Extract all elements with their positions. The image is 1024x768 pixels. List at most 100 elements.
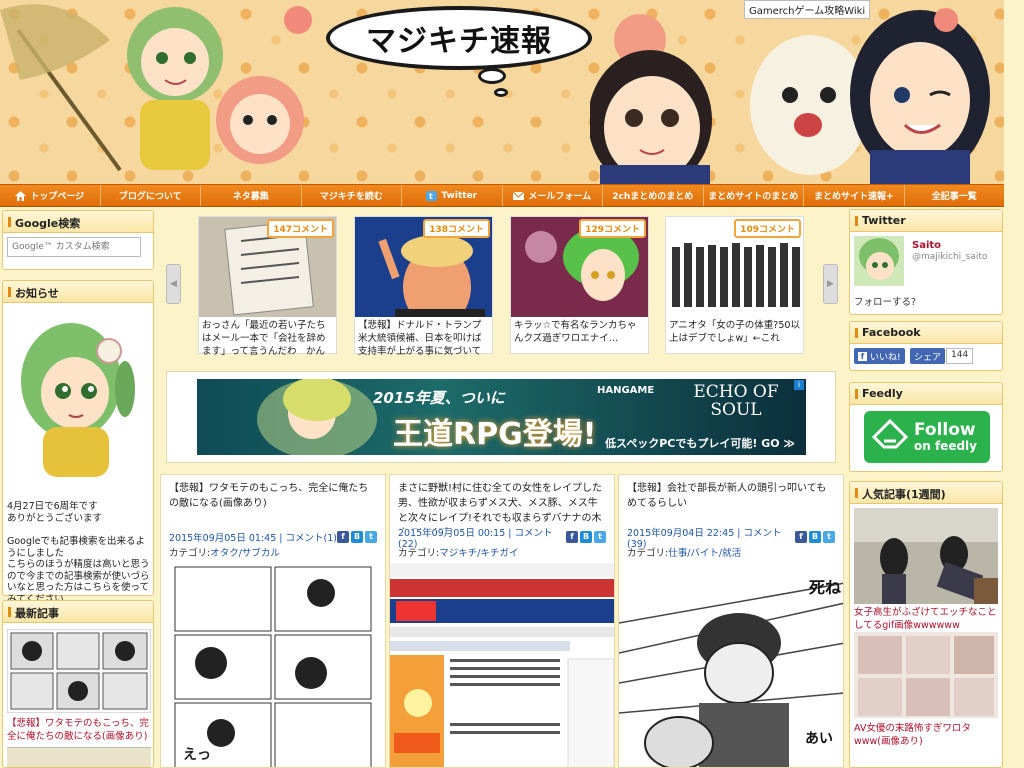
nav-item-matome-sokuho[interactable]: まとめサイト速報+ <box>804 185 905 206</box>
nav-item-mail[interactable]: メールフォーム <box>503 185 603 206</box>
hatena-bookmark-icon[interactable]: B <box>351 531 363 543</box>
recent-article-thumb[interactable] <box>7 629 151 713</box>
feedly-title: Feedly <box>850 383 1002 405</box>
post-card[interactable]: 【悲報】会社で部長が新人の頭引っ叩いてもめてるらしい 2015年09月04日 2… <box>618 474 844 768</box>
header-character-art-right <box>590 8 990 184</box>
recent-article-link[interactable]: 【悲報】ワタモテのもこっち、完全に俺たちの敵になる(画像あり) <box>7 717 151 743</box>
nav-item-top[interactable]: トップページ <box>0 185 101 206</box>
popular-link-2[interactable]: AV女優の末路怖すぎワロタwww(画像あり) <box>854 722 998 748</box>
slider-item[interactable]: 138コメント 【悲報】ドナルド・トランプ米大統領候補、日本を叩けば支持率が上が… <box>354 216 493 355</box>
twitter-share-icon[interactable]: t <box>594 531 606 543</box>
post-date: 2015年09月05日 00:15 <box>398 527 506 539</box>
ad-info-icon[interactable]: i <box>794 380 804 390</box>
post-card[interactable]: 【悲報】ワタモテのもこっち、完全に俺たちの敵になる(画像あり) 2015年09月… <box>160 474 386 768</box>
slider-caption: 【悲報】ドナルド・トランプ米大統領候補、日本を叩けば支持率が上がる事に気づいてし… <box>358 320 482 355</box>
recent-articles-title: 最新記事 <box>3 601 153 623</box>
feedly-on-label: on feedly <box>914 439 977 453</box>
nav-item-label: 全記事一覧 <box>931 192 977 202</box>
category-label: カテゴリ: <box>398 548 440 559</box>
site-header[interactable]: Gamerchゲーム攻略Wiki マジキチ速報 <box>0 0 1004 184</box>
notice-line: Googleでも記事検索を出来るようにしました <box>7 536 146 559</box>
facebook-share-icon[interactable]: f <box>795 531 807 543</box>
popular-link-1[interactable]: 女子高生がふざけてエッチなことしてるgif画像wwwwww <box>854 606 998 632</box>
facebook-box: Facebook f いいね! シェア 144 <box>849 321 1003 371</box>
category-link[interactable]: オタク/サブカル <box>210 548 280 559</box>
facebook-title: Facebook <box>850 322 1002 344</box>
main-nav: トップページ ブログについて ネタ募集 マジキチを読む t Twitter メール… <box>0 184 1004 207</box>
twitter-name[interactable]: Saito <box>912 240 941 251</box>
nav-item-submit[interactable]: ネタ募集 <box>201 185 302 206</box>
feedly-icon <box>871 418 909 449</box>
notice-line: ありがとうございます <box>7 512 103 524</box>
notice-text: 4月27日で6周年です ありがとうございます Googleでも記事検索を出来るよ… <box>7 501 151 605</box>
ad-banner[interactable]: 2015年夏、ついに 王道RPG登場! HANGAME ECHO OF SOUL… <box>197 379 806 455</box>
nav-item-label: ブログについて <box>118 192 182 202</box>
svg-text:死ね: 死ね <box>809 578 841 597</box>
facebook-like-button[interactable]: f いいね! <box>854 348 905 364</box>
mail-icon <box>513 191 525 200</box>
slider-caption: アニオタ「女の子の体重?50以上はデブでしょw」←これ <box>669 320 800 344</box>
slider-item[interactable]: 129コメント キラッ☆で有名なランカちゃんクズ過ぎワロエナイ… <box>510 216 649 354</box>
facebook-share-button[interactable]: シェア <box>910 348 946 364</box>
nav-item-matome-sites[interactable]: まとめサイトのまとめ <box>704 185 804 206</box>
hatena-bookmark-icon[interactable]: B <box>809 531 821 543</box>
facebook-icon: f <box>858 351 867 361</box>
comment-count-badge: 147コメント <box>267 219 334 238</box>
twitter-icon: t <box>426 190 438 201</box>
share-buttons: fBt <box>566 531 606 543</box>
feedly-follow-button[interactable]: Follow on feedly <box>864 411 990 463</box>
svg-text:あい: あい <box>805 731 833 747</box>
nav-item-twitter[interactable]: t Twitter <box>402 185 503 206</box>
site-logo-text: マジキチ速報 <box>366 24 552 59</box>
nav-item-about[interactable]: ブログについて <box>101 185 201 206</box>
category-link[interactable]: マジキチ/キチガイ <box>439 548 518 559</box>
post-comments-link[interactable]: コメント(1) <box>286 533 337 544</box>
post-title[interactable]: 【悲報】会社で部長が新人の頭引っ叩いてもめてるらしい <box>619 475 843 529</box>
slider-thumb: 109コメント <box>666 217 803 317</box>
category-link[interactable]: 仕事/バイト/就活 <box>668 548 741 559</box>
hatena-bookmark-icon[interactable]: B <box>580 531 592 543</box>
post-thumb[interactable] <box>390 563 614 767</box>
slider-thumb: 138コメント <box>355 217 492 317</box>
recent-articles-box: 最新記事 【悲報】ワタモテのもこっち、完全に俺たちの敵になる(画像あり) <box>2 600 154 768</box>
nav-item-label: マジキチを読む <box>319 192 383 202</box>
slider-thumb: 147コメント <box>199 217 336 317</box>
post-thumb[interactable]: 死ねあい <box>619 563 843 767</box>
slider-item[interactable]: 109コメント アニオタ「女の子の体重?50以上はデブでしょw」←これ <box>665 216 804 354</box>
slider-item[interactable]: 147コメント おっさん「最近の若い子たちはメール一本で「会社を辞めます」って言… <box>198 216 337 355</box>
site-logo[interactable]: マジキチ速報 <box>326 6 592 70</box>
nav-item-label: ネタ募集 <box>232 192 269 202</box>
popular-thumb-1[interactable] <box>854 508 998 604</box>
nav-item-read[interactable]: マジキチを読む <box>302 185 402 206</box>
facebook-share-icon[interactable]: f <box>337 531 349 543</box>
manga-thumb-art: えっ <box>161 563 385 767</box>
nav-item-2ch-matome[interactable]: 2chまとめのまとめ <box>603 185 704 206</box>
twitter-handle[interactable]: @majikichi_saito <box>912 252 987 262</box>
post-title[interactable]: まさに野獣!村に住む全ての女性をレイプした男、性欲が収まらずメス犬、メス豚、メス… <box>390 475 614 529</box>
comment-count-badge: 109コメント <box>734 219 801 238</box>
post-title[interactable]: 【悲報】ワタモテのもこっち、完全に俺たちの敵になる(画像あり) <box>161 475 385 529</box>
twitter-share-icon[interactable]: t <box>365 531 377 543</box>
post-thumb[interactable]: えっ <box>161 563 385 767</box>
chevron-right-icon: ▶ <box>827 279 834 289</box>
slider-prev-button[interactable]: ◀ <box>166 264 181 304</box>
manga-action-thumb-art: 死ねあい <box>619 563 843 767</box>
popular-thumb-2[interactable] <box>854 632 998 718</box>
twitter-follow-prompt[interactable]: フォローする? <box>854 294 916 308</box>
nav-item-all-articles[interactable]: 全記事一覧 <box>905 185 1005 206</box>
search-input[interactable] <box>7 237 141 257</box>
logo-bubble-tail-small <box>494 88 508 97</box>
post-meta: 2015年09月05日 01:45 | コメント(1) fBt <box>161 529 385 545</box>
post-card[interactable]: まさに野獣!村に住む全ての女性をレイプした男、性欲が収まらずメス犬、メス豚、メス… <box>389 474 615 768</box>
twitter-share-icon[interactable]: t <box>823 531 835 543</box>
facebook-count: 144 <box>946 348 974 364</box>
nav-item-label: まとめサイトのまとめ <box>708 192 799 202</box>
gamerch-link[interactable]: Gamerchゲーム攻略Wiki <box>744 0 871 19</box>
nav-item-label: Twitter <box>441 190 478 201</box>
category-label: カテゴリ: <box>627 548 669 559</box>
facebook-share-icon[interactable]: f <box>566 531 578 543</box>
slider-next-button[interactable]: ▶ <box>823 264 838 304</box>
twitter-avatar[interactable] <box>854 236 904 286</box>
nav-item-label: トップページ <box>30 192 85 202</box>
share-buttons: fBt <box>337 531 377 543</box>
